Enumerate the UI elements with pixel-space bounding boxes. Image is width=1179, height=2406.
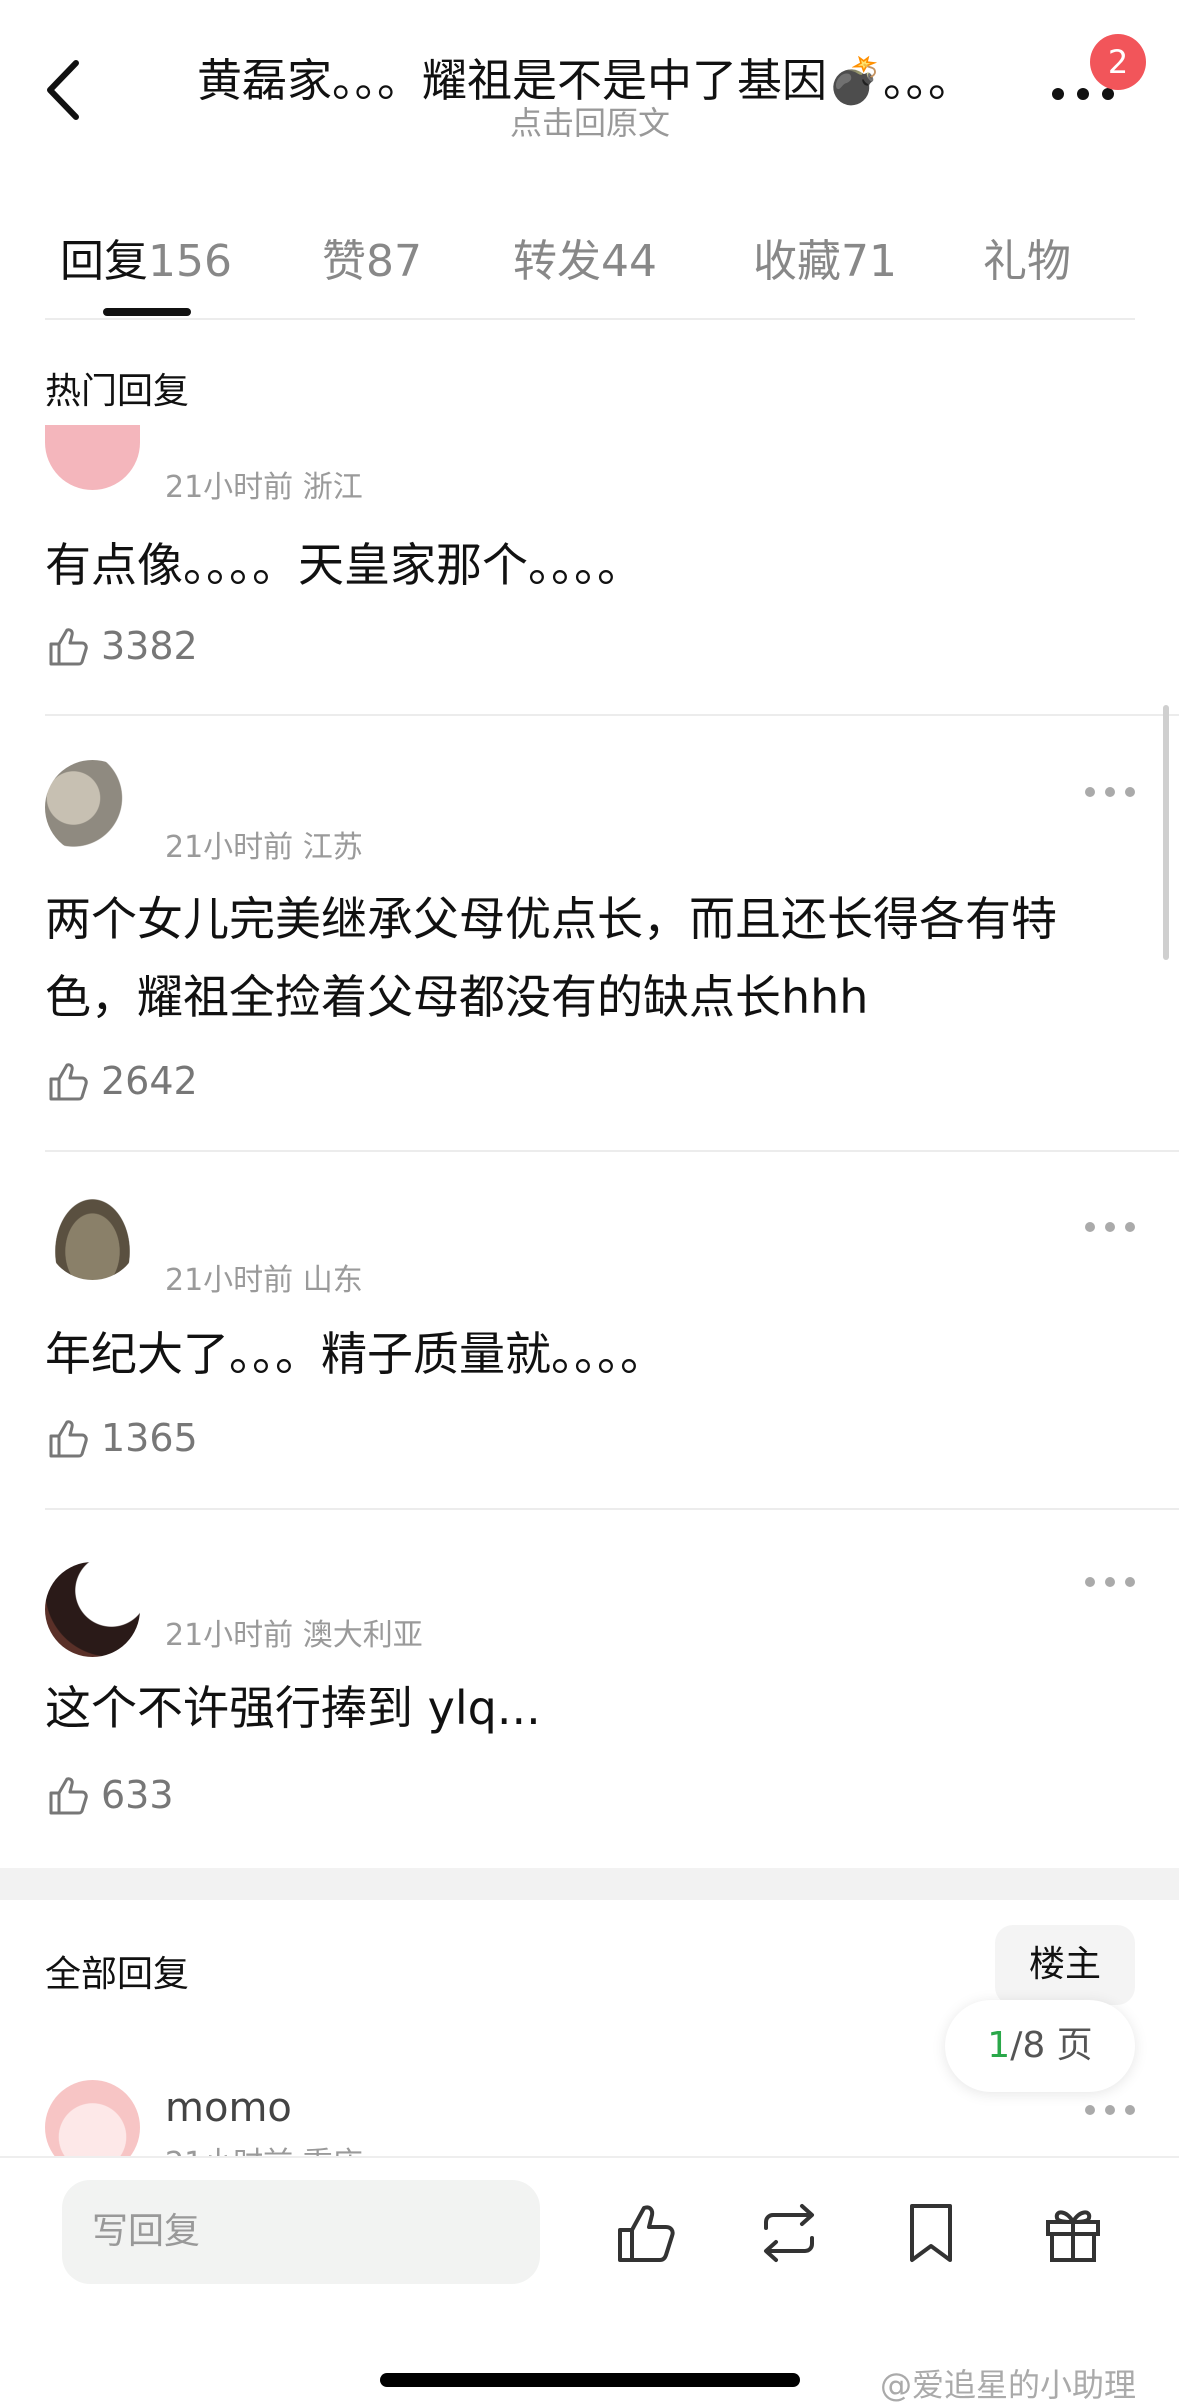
tab-likes[interactable]: 赞87	[322, 225, 422, 289]
page-total: /8 页	[1010, 2025, 1093, 2066]
like-button[interactable]: 2642	[45, 1053, 198, 1109]
tab-count: 71	[841, 236, 897, 287]
dots-icon	[1085, 1222, 1095, 1232]
dot	[1105, 1577, 1115, 1587]
comment-more-button[interactable]	[1085, 782, 1135, 802]
comment-meta: 21小时前 浙江	[165, 470, 363, 505]
comment-text[interactable]: 年纪大了。。。精子质量就。。。。	[45, 1315, 1135, 1393]
notification-badge: 2	[1090, 34, 1146, 90]
tab-label: 转发	[513, 236, 601, 287]
watermark: @爱追星的小助理	[880, 2366, 1137, 2404]
thumbs-up-icon	[49, 1063, 88, 1101]
thumbs-up-icon	[49, 1777, 88, 1815]
dots-icon	[1085, 1577, 1095, 1587]
dot	[1125, 2105, 1135, 2115]
scrollbar[interactable]	[1163, 705, 1169, 960]
comment-meta: 21小时前 山东	[165, 1263, 363, 1298]
divider	[45, 1508, 1179, 1510]
username[interactable]: momo	[165, 2085, 292, 2131]
comment-more-button[interactable]	[1085, 1217, 1135, 1237]
tab-gifts[interactable]: 礼物	[983, 225, 1071, 289]
more-dots-icon	[1052, 88, 1064, 100]
tab-label: 赞	[322, 236, 366, 287]
gift-icon[interactable]	[1038, 2198, 1108, 2268]
tab-count: 87	[366, 236, 422, 287]
like-button[interactable]: 633	[45, 1767, 174, 1823]
dot	[1105, 787, 1115, 797]
dot	[1125, 787, 1135, 797]
tab-count: 44	[601, 236, 657, 287]
dots-icon	[1085, 787, 1095, 797]
dot	[1125, 1222, 1135, 1232]
all-replies-heading: 全部回复	[45, 1954, 190, 1995]
thumbs-up-icon	[49, 628, 88, 666]
dot	[1125, 1577, 1135, 1587]
like-count: 633	[101, 1773, 174, 1817]
comment-more-button[interactable]	[1085, 1572, 1135, 1592]
dot	[1105, 1222, 1115, 1232]
section-divider	[0, 1868, 1179, 1900]
op-only-filter-button[interactable]: 楼主	[995, 1925, 1135, 2005]
like-count: 2642	[101, 1059, 198, 1103]
tab-label: 礼物	[983, 236, 1071, 287]
like-button[interactable]: 3382	[45, 618, 198, 674]
comment-text[interactable]: 有点像。。。。天皇家那个。。。。	[45, 526, 1135, 604]
like-count: 1365	[101, 1416, 198, 1460]
chevron-left-icon	[47, 60, 79, 120]
like-count: 3382	[101, 624, 198, 668]
comment-text[interactable]: 这个不许强行捧到 ylq...	[45, 1669, 1135, 1747]
page-indicator[interactable]: 1/8 页	[945, 2000, 1135, 2092]
home-indicator	[380, 2373, 800, 2387]
comment-meta: 21小时前 江苏	[165, 830, 363, 865]
divider	[45, 1150, 1179, 1152]
page-current: 1	[987, 2025, 1011, 2066]
divider	[45, 714, 1179, 716]
tab-label: 收藏	[753, 236, 841, 287]
back-to-original-link[interactable]: 点击回原文	[390, 98, 790, 144]
thumbs-up-icon[interactable]	[612, 2198, 682, 2268]
divider	[45, 318, 1135, 320]
tab-count: 156	[148, 236, 232, 287]
avatar[interactable]	[45, 1562, 140, 1657]
dots-icon	[1085, 2105, 1095, 2115]
comment-text[interactable]: 两个女儿完美继承父母优点长，而且还长得各有特色，耀祖全捡着父母都没有的缺点长hh…	[45, 880, 1135, 1036]
comment-meta: 21小时前 澳大利亚	[165, 1618, 423, 1653]
bookmark-icon[interactable]	[896, 2198, 966, 2268]
back-button[interactable]	[40, 55, 90, 125]
top-nav-bar: 黄磊家。。。耀祖是不是中了基因💣。。。 点击回原文 2	[0, 0, 1179, 180]
like-button[interactable]: 1365	[45, 1410, 198, 1466]
dot	[1105, 2105, 1115, 2115]
tab-favorites[interactable]: 收藏71	[753, 225, 897, 289]
tab-replies[interactable]: 回复156	[60, 225, 232, 289]
tab-label: 回复	[60, 236, 148, 287]
reply-input[interactable]: 写回复	[62, 2180, 540, 2284]
more-dot	[1102, 88, 1114, 100]
avatar[interactable]	[45, 425, 140, 490]
tab-reposts[interactable]: 转发44	[513, 225, 657, 289]
avatar[interactable]	[45, 760, 140, 855]
hot-replies-heading: 热门回复	[45, 371, 190, 412]
tab-bar: 回复156 赞87 转发44 收藏71 礼物	[0, 215, 1179, 320]
avatar[interactable]	[45, 1185, 140, 1280]
comment-more-button[interactable]	[1085, 2100, 1135, 2120]
repost-icon[interactable]	[754, 2198, 824, 2268]
thumbs-up-icon	[49, 1420, 88, 1458]
more-dot	[1077, 88, 1089, 100]
active-tab-indicator	[103, 308, 191, 316]
